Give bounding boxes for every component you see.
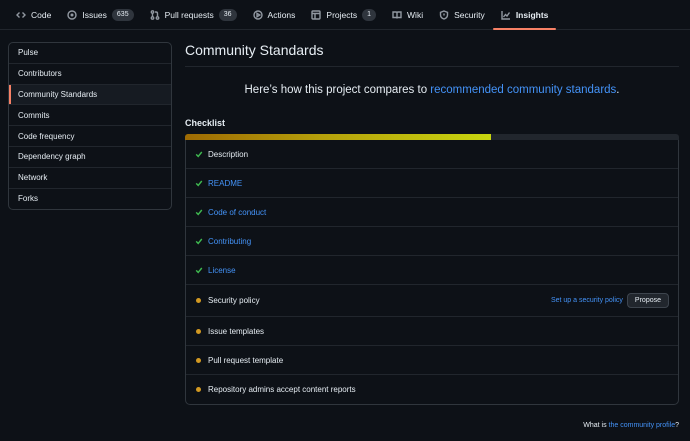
readme-link[interactable]: README	[208, 179, 669, 188]
checklist-item-label: Repository admins accept content reports	[208, 385, 356, 394]
setup-security-policy-link[interactable]: Set up a security policy	[551, 297, 623, 304]
check-icon	[195, 208, 208, 216]
checklist: Description README Code of conduct Contr…	[185, 140, 679, 405]
checklist-item-label: Description	[208, 149, 249, 159]
checklist-item-license: License	[186, 256, 678, 285]
pull-requests-count-badge: 36	[218, 8, 237, 21]
sidebar-item-forks[interactable]: Forks	[9, 189, 171, 210]
sidebar-item-network[interactable]: Network	[9, 168, 171, 189]
issue-icon	[67, 9, 78, 20]
tab-label: Pull requests	[164, 9, 214, 20]
repo-nav: Code Issues 635 Pull requests 36 Actions…	[0, 0, 690, 30]
footer-suffix: ?	[675, 422, 679, 429]
checklist-item-issue-templates: Issue templates	[186, 317, 678, 346]
tab-issues[interactable]: Issues 635	[59, 0, 141, 29]
propose-button[interactable]: Propose	[626, 293, 669, 308]
checklist-item-code-of-conduct: Code of conduct	[186, 198, 678, 227]
tab-label: Code	[31, 9, 52, 20]
pending-dot-icon	[195, 387, 208, 392]
sidebar-item-commits[interactable]: Commits	[9, 105, 171, 127]
footer-prefix: What is	[583, 422, 609, 429]
tab-label: Wiki	[407, 9, 424, 20]
tab-security[interactable]: Security	[431, 0, 493, 29]
checklist-item-contributing: Contributing	[186, 227, 678, 256]
pending-dot-icon	[195, 357, 208, 363]
pull-request-icon	[150, 9, 159, 20]
lead-suffix: .	[616, 84, 620, 96]
code-of-conduct-link[interactable]: Code of conduct	[208, 208, 669, 217]
contributing-link[interactable]: Contributing	[208, 237, 669, 246]
checklist-item-pull-request-template: Pull request template	[186, 346, 678, 375]
tab-label: Security	[454, 9, 485, 20]
community-standards-lead: Here’s how this project compares to reco…	[185, 84, 679, 96]
checklist-item-label: Issue templates	[208, 326, 265, 336]
checklist-title: Checklist	[185, 118, 226, 128]
checklist-item-security-policy: Security policy Set up a security policy…	[186, 285, 678, 317]
tab-insights[interactable]: Insights	[492, 0, 557, 30]
checklist-item-description: Description	[186, 140, 678, 169]
pending-dot-icon	[195, 328, 208, 334]
tab-label: Actions	[267, 9, 296, 20]
sidebar-item-code-frequency[interactable]: Code frequency	[9, 126, 171, 147]
sidebar-item-community-standards[interactable]: Community Standards	[9, 84, 171, 106]
checklist-item-content-reports: Repository admins accept content reports	[186, 375, 678, 404]
tab-code[interactable]: Code	[8, 0, 59, 29]
book-icon	[392, 10, 402, 19]
page-title: Community Standards	[185, 42, 679, 67]
main-content: Community Standards Here’s how this proj…	[185, 42, 679, 405]
insights-sidebar: Pulse Contributors Community Standards C…	[8, 42, 172, 211]
tab-label: Insights	[515, 9, 549, 20]
check-icon	[195, 237, 208, 245]
license-link[interactable]: License	[208, 266, 669, 275]
check-icon	[195, 150, 208, 158]
check-icon	[195, 179, 208, 187]
checklist-item-readme: README	[186, 169, 678, 198]
checklist-item-label: Security policy	[208, 296, 260, 305]
tab-pull-requests[interactable]: Pull requests 36	[142, 0, 245, 29]
shield-icon	[439, 9, 449, 20]
sidebar-item-pulse[interactable]: Pulse	[9, 43, 171, 64]
issues-count-badge: 635	[111, 8, 134, 21]
tab-projects[interactable]: Projects 1	[303, 0, 384, 29]
check-icon	[195, 266, 208, 274]
lead-text: Here’s how this project compares to	[244, 84, 431, 96]
tab-actions[interactable]: Actions	[245, 0, 304, 29]
projects-count-badge: 1	[362, 8, 377, 21]
community-profile-note: What is the community profile?	[583, 422, 679, 429]
code-icon	[16, 11, 26, 18]
table-icon	[311, 9, 322, 20]
sidebar-item-contributors[interactable]: Contributors	[9, 64, 171, 85]
play-icon	[252, 9, 263, 20]
tab-wiki[interactable]: Wiki	[384, 0, 431, 29]
tab-label: Issues	[82, 9, 107, 20]
graph-icon	[501, 10, 510, 20]
sidebar-item-dependency-graph[interactable]: Dependency graph	[9, 147, 171, 168]
pending-dot-icon	[195, 298, 208, 303]
recommended-standards-link[interactable]: recommended community standards	[430, 84, 616, 96]
checklist-item-label: Pull request template	[208, 355, 284, 365]
community-profile-link[interactable]: the community profile	[609, 422, 676, 429]
tab-label: Projects	[326, 9, 358, 20]
